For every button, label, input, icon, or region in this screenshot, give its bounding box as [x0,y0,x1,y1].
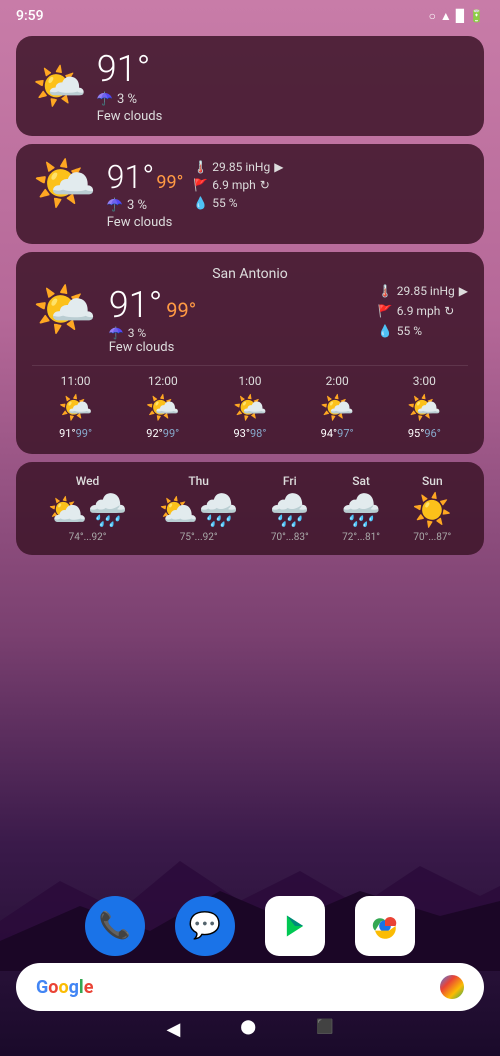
condition-small: Few clouds [97,109,163,124]
weather-widget-medium[interactable]: 🌤️ 91° 99° ☂️ 3 % Few clouds 🌡️ 29.85 in… [16,144,484,244]
hour-item-4: 3:00 🌤️ 95°96° [407,374,442,440]
chrome-app-icon[interactable] [355,896,415,956]
wind-icon-large: 🚩 [378,304,393,318]
battery-icon: 🔋 [469,9,484,23]
navigation-bar: ◀ ⬤ ⬛ [0,1011,500,1048]
weekly-row: Wed ⛅🌧️ 74°...92° Thu ⛅🌧️ 75°...92° Fri … [32,474,468,543]
weather-icon-small: 🌤️ [32,64,87,108]
day-item-wed: Wed ⛅🌧️ 74°...92° [48,474,128,543]
circle-status-icon: ○ [429,9,436,23]
mic-dots-icon [440,975,464,999]
home-button[interactable]: ⬤ [240,1019,256,1040]
hour-item-3: 2:00 🌤️ 94°97° [320,374,355,440]
temp-high-medium: 99° [156,172,183,193]
day-icon-wed: ⛅🌧️ [48,491,128,529]
wifi-icon: ▲ [440,9,452,23]
precip-small: ☂️ 3 % [97,92,163,107]
hour-icon-4: 🌤️ [407,391,442,424]
weekly-forecast-widget[interactable]: Wed ⛅🌧️ 74°...92° Thu ⛅🌧️ 75°...92° Fri … [16,462,484,555]
status-icons: ○ ▲ ▉ 🔋 [429,9,484,23]
umbrella-icon-medium: ☂️ [107,198,123,213]
pressure-row: 🌡️ 29.85 inHg ▶ [193,160,283,174]
hour-icon-1: 🌤️ [145,391,180,424]
humidity-row: 💧 55 % [193,196,283,210]
messages-app-icon[interactable]: 💬 [175,896,235,956]
temp-high-large: 99° [166,298,196,322]
weather-icon-medium: 🌤️ [32,158,97,210]
city-name: San Antonio [32,266,468,282]
condition-medium: Few clouds [107,215,184,230]
hourly-forecast: 11:00 🌤️ 91°99° 12:00 🌤️ 92°99° 1:00 🌤️ … [32,365,468,440]
hour-icon-0: 🌤️ [58,391,93,424]
play-store-app-icon[interactable] [265,896,325,956]
hour-item-0: 11:00 🌤️ 91°99° [58,374,93,440]
pressure-icon-large: 🌡️ [378,284,393,298]
app-dock: 📞 💬 [0,896,500,956]
back-button[interactable]: ◀ [167,1019,181,1040]
temp-small: 91° [97,48,163,90]
humidity-icon: 💧 [193,196,208,210]
day-item-sun: Sun ☀️ 70°...87° [412,474,452,543]
status-bar: 9:59 ○ ▲ ▉ 🔋 [0,0,500,28]
day-item-thu: Thu ⛅🌧️ 75°...92° [159,474,239,543]
hour-item-1: 12:00 🌤️ 92°99° [145,374,180,440]
time: 9:59 [16,8,44,24]
precip-large: ☂️ 3 % [109,326,366,340]
wind-icon: 🚩 [193,178,208,192]
day-icon-sat: 🌧️ [341,491,381,529]
humidity-icon-large: 💧 [378,324,393,338]
day-icon-sun: ☀️ [412,491,452,529]
large-details: 🌡️ 29.85 inHg ▶ 🚩 6.9 mph ↻ 💧 55 % [378,284,468,338]
recents-button[interactable]: ⬛ [316,1019,333,1040]
hour-icon-2: 🌤️ [233,391,268,424]
google-logo: Google [36,977,93,998]
weather-widget-large[interactable]: San Antonio 🌤️ 91° 99° ☂️ 3 % Few clouds… [16,252,484,454]
temp-medium: 91° [107,158,155,196]
signal-icon: ▉ [456,9,465,23]
day-item-fri: Fri 🌧️ 70°...83° [270,474,310,543]
condition-large: Few clouds [109,340,366,355]
weather-widget-small[interactable]: 🌤️ 91° ☂️ 3 % Few clouds [16,36,484,136]
day-item-sat: Sat 🌧️ 72°...81° [341,474,381,543]
day-icon-fri: 🌧️ [270,491,310,529]
umbrella-icon: ☂️ [97,92,113,107]
pressure-icon: 🌡️ [193,160,208,174]
phone-app-icon[interactable]: 📞 [85,896,145,956]
hour-item-2: 1:00 🌤️ 93°98° [233,374,268,440]
temp-large: 91° [109,284,163,326]
day-icon-thu: ⛅🌧️ [159,491,239,529]
hour-icon-3: 🌤️ [320,391,355,424]
umbrella-icon-large: ☂️ [109,326,124,340]
weather-icon-large: 🌤️ [32,284,97,336]
wind-row: 🚩 6.9 mph ↻ [193,178,283,192]
google-search-bar[interactable]: Google [16,963,484,1011]
